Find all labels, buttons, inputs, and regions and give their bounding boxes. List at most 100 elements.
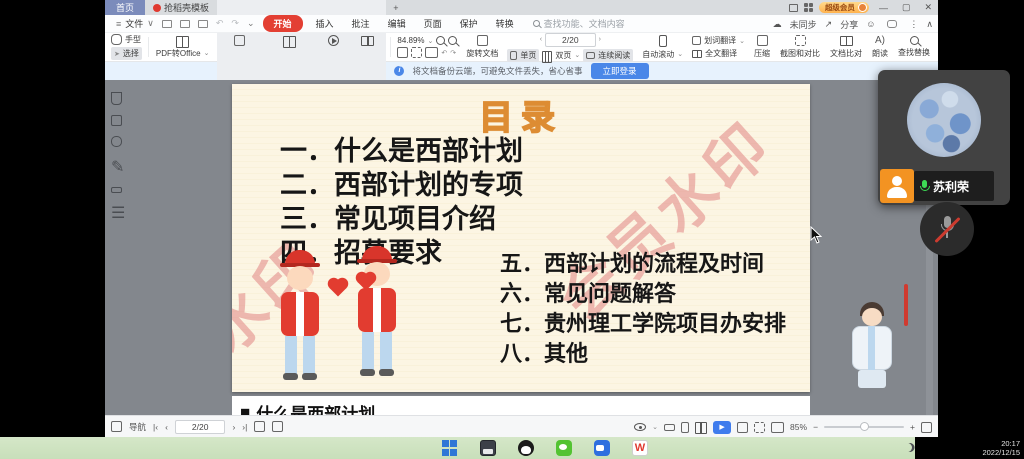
sidebar-more-icon[interactable]: ☰ (111, 203, 125, 223)
start-button[interactable] (442, 440, 458, 456)
menu-protect[interactable]: 保护 (451, 17, 487, 30)
fit-actual-icon[interactable] (737, 422, 748, 433)
zoom-dropdown-icon[interactable]: ⌄ (428, 37, 434, 45)
slide-page[interactable]: 目录 会员水印 会员水印 一．什么是西部计划 二．西部计划的专项 三．常见项目介… (232, 84, 810, 392)
nav-label[interactable]: 导航 (129, 421, 146, 433)
meeting-participant-panel[interactable]: 苏利荣 (878, 70, 1010, 205)
select-tool[interactable]: ➤选择 (111, 47, 142, 60)
next-page-partial[interactable]: ■ 什么是西部计划 (232, 396, 810, 415)
open-icon[interactable] (162, 20, 172, 28)
moon-tray-icon[interactable] (903, 443, 912, 452)
zoom-out-button[interactable]: − (813, 422, 818, 432)
screenshot-compare-button[interactable]: 截图和对比 (775, 34, 825, 60)
maximize-button[interactable]: ▢ (898, 2, 915, 13)
zoom-percent[interactable]: 85% (790, 422, 807, 432)
single-view-icon[interactable] (681, 422, 689, 433)
smiley-icon[interactable]: ☺ (866, 19, 875, 29)
new-tab-button[interactable]: + (386, 0, 405, 15)
toolbar-page-indicator[interactable]: 2/20 (545, 33, 596, 47)
menu-comment[interactable]: 批注 (343, 17, 379, 30)
apps-grid-icon[interactable] (804, 3, 813, 12)
eye-protect-icon[interactable] (634, 423, 646, 431)
eye-dropdown-icon[interactable]: ⌄ (652, 423, 658, 431)
fit-page-icon[interactable] (754, 422, 765, 433)
export-image-icon[interactable] (111, 115, 122, 126)
prev-page-icon[interactable]: ‹ (540, 36, 542, 43)
nav-panel-icon[interactable] (111, 421, 122, 432)
share-arrow-icon[interactable]: ↗ (825, 19, 833, 30)
zoom-out-icon[interactable] (436, 36, 445, 45)
redo-icon[interactable]: ↷ (231, 18, 239, 29)
pdf-to-office-button[interactable]: PDF转Office⌄ (151, 34, 215, 60)
menu-file[interactable]: 文件 (125, 17, 143, 30)
sync-label[interactable]: 未同步 (790, 18, 817, 31)
next-page-icon[interactable]: › (599, 36, 601, 43)
fit-actual-icon[interactable] (397, 47, 408, 58)
zoom-value[interactable]: 84.89% (397, 36, 424, 45)
meeting-app-icon[interactable] (594, 440, 610, 456)
menu-edit[interactable]: 编辑 (379, 17, 415, 30)
participant-view-button[interactable] (880, 169, 914, 203)
print-icon[interactable] (198, 20, 208, 28)
continuous-view-icon[interactable] (664, 424, 675, 431)
next-view-icon[interactable] (272, 421, 283, 432)
share-label[interactable]: 分享 (840, 18, 858, 31)
wps-icon[interactable]: W (632, 440, 648, 456)
auto-scroll-button[interactable]: 自动滚动⌄ (637, 34, 688, 60)
bookmark-icon[interactable] (111, 92, 122, 105)
fullscreen-icon[interactable] (921, 422, 932, 433)
full-translate-button[interactable]: 全文翻译 (692, 48, 745, 59)
comment-icon[interactable] (111, 136, 122, 147)
prev-page-icon[interactable]: ‹ (165, 422, 168, 432)
close-button[interactable]: ✕ (920, 2, 936, 13)
zoom-slider-knob[interactable] (860, 422, 869, 431)
tab-template[interactable]: 抢稻壳模板 (145, 0, 217, 15)
menu-convert[interactable]: 转换 (487, 17, 523, 30)
login-now-button[interactable]: 立即登录 (591, 63, 649, 79)
quickbar-dropdown-icon[interactable]: ⌄ (247, 18, 255, 29)
system-clock[interactable]: 20:17 2022/12/15 (982, 439, 1020, 457)
find-replace-button[interactable]: 查找替换 (893, 34, 935, 60)
comment-bubble-icon[interactable] (887, 20, 897, 28)
highlighter-icon[interactable] (111, 187, 122, 193)
zoom-in-button[interactable]: + (910, 422, 915, 432)
read-aloud-button[interactable]: A) 朗读 (867, 34, 893, 60)
file-explorer-icon[interactable] (480, 440, 496, 456)
menu-page[interactable]: 页面 (415, 17, 451, 30)
fit-width-icon[interactable] (425, 47, 438, 58)
doc-compare-button[interactable]: 文档比对 (825, 34, 867, 60)
rotate-left-icon[interactable]: ↶ (441, 49, 447, 57)
next-page-icon[interactable]: › (232, 422, 235, 432)
search-box[interactable]: 查找功能、文档内容 (533, 17, 625, 30)
page-number-input[interactable]: 2/20 (175, 420, 226, 434)
zoom-slider[interactable] (824, 426, 904, 428)
layout-icon[interactable] (789, 4, 798, 12)
member-pill[interactable]: 超级会员 (819, 2, 869, 13)
hamburger-icon[interactable]: ≡ (116, 19, 121, 29)
continuous-read-button[interactable]: 连续阅读 (583, 49, 633, 62)
qq-icon[interactable] (518, 440, 534, 456)
first-page-icon[interactable]: |‹ (153, 422, 158, 432)
menu-insert[interactable]: 插入 (307, 17, 343, 30)
fit-width-icon[interactable] (771, 422, 784, 433)
compress-button[interactable]: 压缩 (749, 34, 775, 60)
mute-toggle-button[interactable] (920, 202, 974, 256)
wechat-icon[interactable] (556, 440, 572, 456)
double-view-icon[interactable] (695, 422, 707, 432)
single-page-button[interactable]: 单页 (507, 49, 539, 62)
fit-page-icon[interactable] (411, 47, 422, 58)
prev-view-icon[interactable] (254, 421, 265, 432)
more-icon[interactable]: ⋮ (909, 19, 918, 30)
save-icon[interactable] (180, 20, 190, 28)
slideshow-button[interactable]: ▶ (713, 421, 731, 434)
double-page-button[interactable]: 双页⌄ (542, 50, 580, 61)
minimize-button[interactable]: — (875, 3, 892, 13)
menu-start[interactable]: 开始 (263, 15, 303, 32)
undo-icon[interactable]: ↶ (216, 18, 224, 29)
rotate-doc-button[interactable]: 旋转文档 (461, 34, 503, 60)
word-translate-button[interactable]: 划词翻译⌄ (692, 35, 745, 46)
edit-pen-icon[interactable]: ✎ (111, 157, 125, 177)
tab-home[interactable]: 首页 (105, 0, 145, 15)
collapse-ribbon-icon[interactable]: ∧ (926, 19, 933, 30)
cloud-sync-icon[interactable]: ☁ (773, 19, 782, 30)
